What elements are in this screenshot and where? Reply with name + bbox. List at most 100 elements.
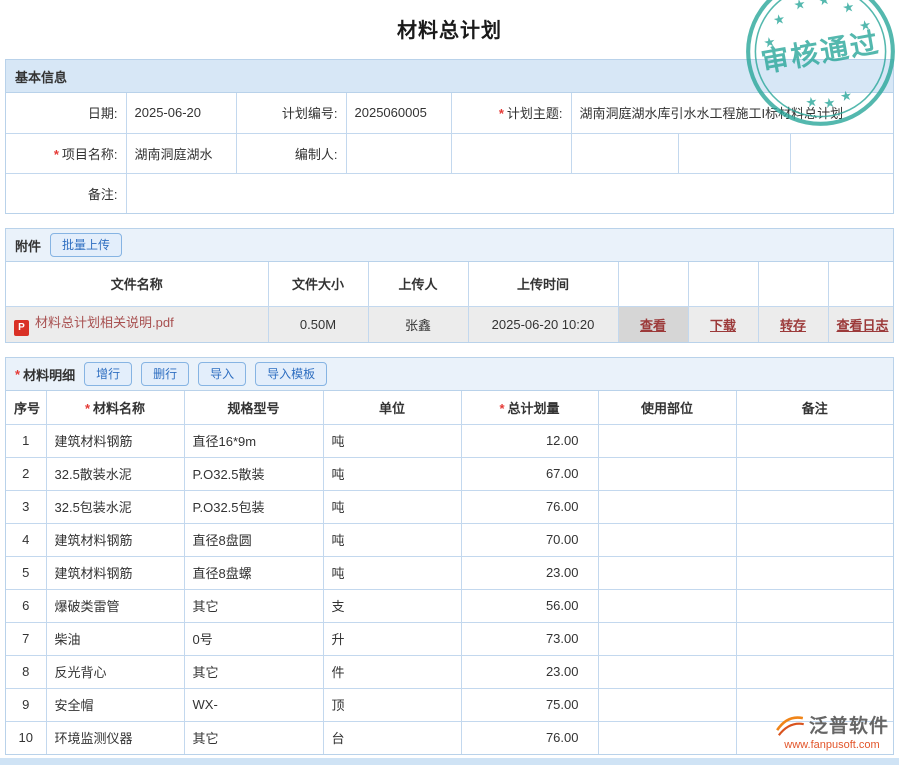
material-row: 5 建筑材料钢筋 直径8盘螺 吨 23.00	[6, 556, 893, 589]
pdf-file-icon: P	[14, 320, 29, 336]
spec-cell: 其它	[184, 589, 323, 622]
fanpu-logo-text: 泛普软件	[809, 711, 889, 738]
col-file-name: 文件名称	[6, 262, 268, 306]
col-spec: 规格型号	[184, 391, 323, 424]
project-label: *项目名称:	[6, 133, 126, 173]
remark-cell	[736, 556, 893, 589]
basic-info-title: 基本信息	[15, 67, 67, 86]
empty-cell	[451, 133, 571, 173]
plan-no-label: 计划编号:	[236, 93, 346, 133]
location-cell	[598, 424, 736, 457]
remark-label-text: 备注:	[88, 187, 118, 202]
material-name-cell: 32.5包装水泥	[46, 490, 184, 523]
unit-cell: 吨	[323, 556, 461, 589]
unit-cell: 吨	[323, 490, 461, 523]
basic-info-header: 基本信息	[6, 60, 893, 93]
unit-cell: 件	[323, 655, 461, 688]
material-name-cell: 安全帽	[46, 688, 184, 721]
subject-value: 湖南洞庭湖水库引水水工程施工I标材料总计划	[571, 93, 893, 133]
col-action	[828, 262, 893, 306]
location-cell	[598, 721, 736, 754]
remark-cell	[736, 457, 893, 490]
unit-cell: 顶	[323, 688, 461, 721]
qty-cell: 75.00	[461, 688, 598, 721]
attachments-table: 文件名称 文件大小 上传人 上传时间 P材料总计划相关说明.pdf 0.50M …	[6, 262, 893, 342]
unit-cell: 吨	[323, 424, 461, 457]
subject-label-text: 计划主题:	[507, 106, 563, 121]
material-name-cell: 反光背心	[46, 655, 184, 688]
add-row-button[interactable]: 增行	[84, 362, 132, 386]
material-row: 1 建筑材料钢筋 直径16*9m 吨 12.00	[6, 424, 893, 457]
material-details-table: 序号 *材料名称 规格型号 单位 *总计划量 使用部位 备注 1 建筑材料钢筋 …	[6, 391, 893, 754]
unit-cell: 吨	[323, 457, 461, 490]
attachments-section: 附件 批量上传 文件名称 文件大小 上传人 上传时间 P材料总计划相关说明.pd…	[5, 228, 894, 343]
empty-cell	[678, 133, 790, 173]
seq-cell: 2	[6, 457, 46, 490]
required-mark: *	[499, 401, 504, 416]
download-link[interactable]: 下载	[710, 318, 736, 333]
seq-cell: 3	[6, 490, 46, 523]
transfer-link[interactable]: 转存	[780, 318, 806, 333]
seq-cell: 10	[6, 721, 46, 754]
attachments-header: 附件 批量上传	[6, 229, 893, 262]
delete-row-button[interactable]: 删行	[141, 362, 189, 386]
location-cell	[598, 589, 736, 622]
col-upload-time: 上传时间	[468, 262, 618, 306]
page-title: 材料总计划	[0, 0, 899, 43]
import-template-button[interactable]: 导入模板	[255, 362, 327, 386]
location-cell	[598, 490, 736, 523]
qty-cell: 23.00	[461, 655, 598, 688]
location-cell	[598, 457, 736, 490]
material-name-cell: 建筑材料钢筋	[46, 556, 184, 589]
unit-cell: 升	[323, 622, 461, 655]
seq-cell: 8	[6, 655, 46, 688]
col-remark: 备注	[736, 391, 893, 424]
seq-cell: 7	[6, 622, 46, 655]
file-size-cell: 0.50M	[268, 306, 368, 342]
view-log-link[interactable]: 查看日志	[837, 318, 889, 333]
col-location: 使用部位	[598, 391, 736, 424]
material-row: 8 反光背心 其它 件 23.00	[6, 655, 893, 688]
attachment-row: P材料总计划相关说明.pdf 0.50M 张鑫 2025-06-20 10:20…	[6, 306, 893, 342]
remark-value	[126, 173, 893, 213]
table-row: 备注:	[6, 173, 893, 213]
seq-cell: 1	[6, 424, 46, 457]
import-button[interactable]: 导入	[198, 362, 246, 386]
creator-value	[346, 133, 451, 173]
col-uploader: 上传人	[368, 262, 468, 306]
qty-cell: 56.00	[461, 589, 598, 622]
material-name-cell: 爆破类雷管	[46, 589, 184, 622]
remark-cell	[736, 523, 893, 556]
empty-cell	[790, 133, 893, 173]
material-details-header: * 材料明细 增行 删行 导入 导入模板	[6, 358, 893, 391]
material-row: 4 建筑材料钢筋 直径8盘圆 吨 70.00	[6, 523, 893, 556]
qty-cell: 12.00	[461, 424, 598, 457]
date-label-text: 日期:	[88, 106, 118, 121]
unit-cell: 支	[323, 589, 461, 622]
qty-cell: 70.00	[461, 523, 598, 556]
seq-cell: 5	[6, 556, 46, 589]
project-value: 湖南洞庭湖水	[126, 133, 236, 173]
col-total-qty-text: 总计划量	[508, 401, 560, 416]
material-details-title: 材料明细	[23, 365, 75, 384]
page: 材料总计划 ★ ★ ★ ★ ★ ★ ★ ★ ★ 审核通过 基本信息	[0, 0, 899, 765]
creator-label-text: 编制人:	[295, 147, 338, 162]
fanpu-logo-brand-line: 泛普软件	[775, 711, 889, 738]
material-name-cell: 32.5散装水泥	[46, 457, 184, 490]
view-action-cell: 查看	[618, 306, 688, 342]
spec-cell: 0号	[184, 622, 323, 655]
material-name-cell: 柴油	[46, 622, 184, 655]
col-unit: 单位	[323, 391, 461, 424]
batch-upload-button[interactable]: 批量上传	[50, 233, 122, 257]
view-link[interactable]: 查看	[640, 318, 666, 333]
table-row: *项目名称: 湖南洞庭湖水 编制人:	[6, 133, 893, 173]
qty-cell: 67.00	[461, 457, 598, 490]
date-value: 2025-06-20	[126, 93, 236, 133]
material-name-cell: 建筑材料钢筋	[46, 523, 184, 556]
material-row: 2 32.5散装水泥 P.O32.5散装 吨 67.00	[6, 457, 893, 490]
creator-label: 编制人:	[236, 133, 346, 173]
fanpu-logo-icon	[775, 713, 805, 737]
spec-cell: P.O32.5散装	[184, 457, 323, 490]
col-material-name-text: 材料名称	[93, 401, 145, 416]
file-name-link[interactable]: 材料总计划相关说明.pdf	[35, 315, 174, 330]
